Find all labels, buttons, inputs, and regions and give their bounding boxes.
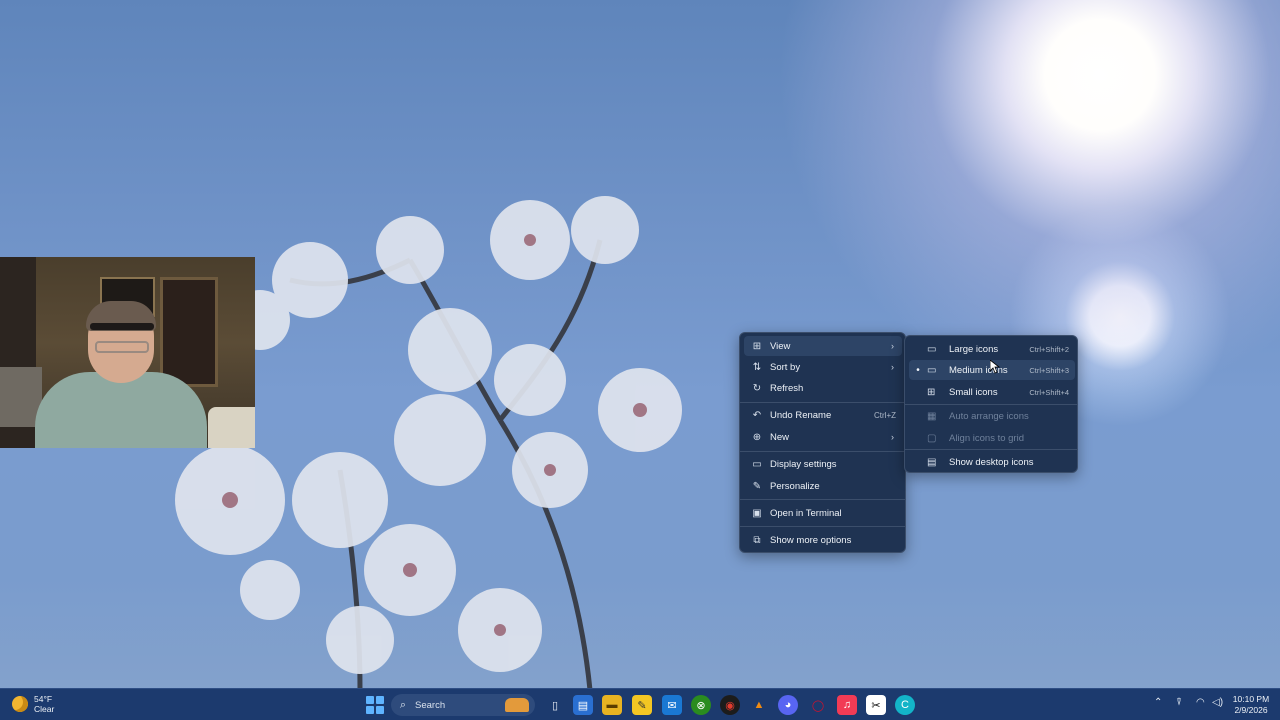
opera-icon[interactable]: ◯ bbox=[808, 695, 828, 715]
submenu-item-align-to-grid[interactable]: ▢ Align icons to grid bbox=[909, 428, 1075, 448]
xbox-icon[interactable]: ⊗ bbox=[691, 695, 711, 715]
desktop-icon: ▤ bbox=[927, 456, 937, 468]
share-icon: ⧉ bbox=[753, 534, 761, 546]
menu-item-undo-rename[interactable]: ↶ Undo Rename Ctrl+Z bbox=[744, 405, 902, 425]
submenu-item-auto-arrange[interactable]: ▦ Auto arrange icons bbox=[909, 406, 1075, 426]
menu-separator bbox=[740, 499, 905, 500]
menu-separator bbox=[740, 402, 905, 403]
task-view-icon[interactable]: ▯ bbox=[545, 695, 565, 715]
mouse-cursor-icon bbox=[990, 360, 1000, 374]
canva-icon[interactable]: C bbox=[895, 695, 915, 715]
chevron-right-icon: › bbox=[891, 341, 894, 351]
submenu-item-small-icons[interactable]: ⊞ Small icons Ctrl+Shift+4 bbox=[909, 382, 1075, 402]
file-explorer-icon[interactable]: ▬ bbox=[602, 695, 622, 715]
chevron-right-icon: › bbox=[891, 362, 894, 372]
menu-separator bbox=[905, 449, 1077, 450]
wifi-icon[interactable]: ◠ bbox=[1196, 697, 1205, 708]
menu-item-show-more-options[interactable]: ⧉ Show more options bbox=[744, 530, 902, 550]
menu-separator bbox=[905, 404, 1077, 405]
undo-icon: ↶ bbox=[752, 409, 762, 421]
grid-icon: ⊞ bbox=[927, 386, 936, 398]
vlc-icon[interactable]: ▲ bbox=[749, 695, 769, 715]
arrange-icon: ▦ bbox=[927, 410, 937, 422]
taskbar-search[interactable]: ⌕ Search bbox=[391, 694, 535, 716]
submenu-item-show-desktop-icons[interactable]: ▤ Show desktop icons bbox=[909, 452, 1075, 472]
taskbar: 54°F Clear ⌕ Search ▯ ▤ ▬ ✎ ✉ ⊗ ◉ ▲ ◕ ◯ … bbox=[0, 688, 1280, 720]
monitor-icon: ▭ bbox=[927, 364, 937, 376]
weather-condition: Clear bbox=[34, 704, 55, 714]
refresh-icon: ↻ bbox=[752, 382, 762, 394]
search-label: Search bbox=[415, 699, 446, 711]
view-submenu: ▭ Large icons Ctrl+Shift+2 • ▭ Medium ic… bbox=[904, 335, 1078, 473]
microsoft-store-icon[interactable]: ▤ bbox=[573, 695, 593, 715]
menu-item-personalize[interactable]: ✎ Personalize bbox=[744, 476, 902, 496]
monitor-icon: ▭ bbox=[752, 458, 762, 470]
outlook-icon[interactable]: ✉ bbox=[662, 695, 682, 715]
menu-item-view[interactable]: ⊞ View › bbox=[744, 336, 902, 356]
menu-item-display-settings[interactable]: ▭ Display settings bbox=[744, 454, 902, 474]
sticky-notes-icon[interactable]: ✎ bbox=[632, 695, 652, 715]
chrome-icon[interactable]: ◉ bbox=[720, 695, 740, 715]
menu-item-sort-by[interactable]: ⇅ Sort by › bbox=[744, 357, 902, 377]
capcut-icon[interactable]: ✂ bbox=[866, 695, 886, 715]
search-icon: ⌕ bbox=[399, 698, 407, 711]
search-highlight-icon bbox=[505, 698, 529, 712]
terminal-icon: ▣ bbox=[752, 507, 762, 519]
submenu-item-large-icons[interactable]: ▭ Large icons Ctrl+Shift+2 bbox=[909, 339, 1075, 359]
weather-widget[interactable]: 54°F Clear bbox=[12, 694, 54, 714]
volume-icon[interactable]: ◁) bbox=[1212, 697, 1223, 708]
menu-item-new[interactable]: ⊕ New › bbox=[744, 427, 902, 447]
align-grid-icon: ▢ bbox=[927, 432, 937, 444]
desktop-context-menu: ⊞ View › ⇅ Sort by › ↻ Refresh ↶ Undo Re… bbox=[739, 332, 906, 553]
menu-separator bbox=[740, 451, 905, 452]
menu-item-open-in-terminal[interactable]: ▣ Open in Terminal bbox=[744, 503, 902, 523]
chevron-right-icon: › bbox=[891, 432, 894, 442]
apple-music-icon[interactable]: ♫ bbox=[837, 695, 857, 715]
sort-icon: ⇅ bbox=[752, 361, 762, 373]
webcam-overlay bbox=[0, 257, 255, 448]
selected-bullet-icon: • bbox=[916, 364, 920, 376]
clock-time: 10:10 PM bbox=[1232, 694, 1270, 704]
pen-icon: ✎ bbox=[752, 480, 762, 492]
grid-icon: ⊞ bbox=[752, 340, 762, 352]
moon-icon bbox=[12, 696, 28, 712]
start-button[interactable] bbox=[366, 696, 384, 714]
weather-temp: 54°F bbox=[34, 694, 53, 704]
menu-separator bbox=[740, 526, 905, 527]
discord-icon[interactable]: ◕ bbox=[778, 695, 798, 715]
monitor-icon: ▭ bbox=[927, 343, 937, 355]
microphone-icon[interactable]: ⍒ bbox=[1176, 697, 1182, 708]
clock-date: 2/9/2026 bbox=[1234, 705, 1268, 715]
plus-circle-icon: ⊕ bbox=[752, 431, 762, 443]
menu-item-refresh[interactable]: ↻ Refresh bbox=[744, 378, 902, 398]
chevron-up-icon[interactable]: ⌃ bbox=[1154, 697, 1162, 708]
taskbar-clock[interactable]: 10:10 PM 2/9/2026 bbox=[1228, 694, 1274, 716]
